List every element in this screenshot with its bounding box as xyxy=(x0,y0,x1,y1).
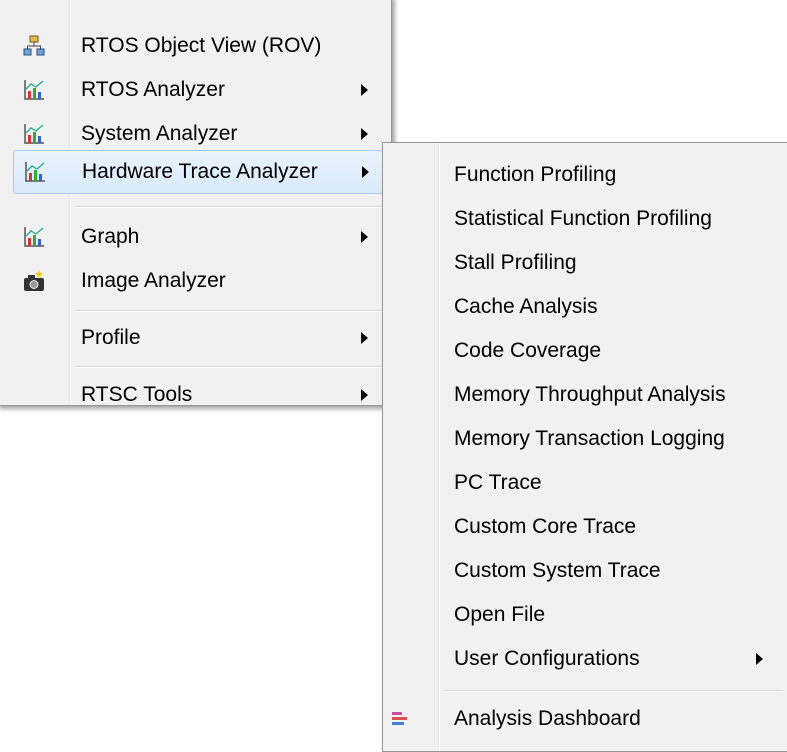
menu-item-rtos-object-view[interactable]: RTOS Object View (ROV) xyxy=(0,24,391,68)
menu-item-hardware-trace-analyzer[interactable]: Hardware Trace Analyzer xyxy=(13,150,383,194)
menu-item-label: Function Profiling xyxy=(454,163,617,186)
menu-item-label: Stall Profiling xyxy=(454,251,577,274)
submenu-item-pc-trace[interactable]: PC Trace xyxy=(383,461,787,505)
menu-item-label: System Analyzer xyxy=(81,122,238,145)
submenu-item-open-file[interactable]: Open File xyxy=(383,593,787,637)
menu-separator xyxy=(75,366,385,368)
submenu-item-analysis-dashboard[interactable]: Analysis Dashboard xyxy=(383,697,787,741)
menu-item-label: Custom Core Trace xyxy=(454,515,637,538)
submenu-item-code-coverage[interactable]: Code Coverage xyxy=(383,329,787,373)
submenu-arrow-icon xyxy=(756,653,763,665)
menu-item-graph[interactable]: Graph xyxy=(0,215,391,259)
chart-icon xyxy=(23,123,45,145)
menu-item-label: Cache Analysis xyxy=(454,295,598,318)
menu-separator xyxy=(75,206,385,208)
submenu-item-memory-transaction-logging[interactable]: Memory Transaction Logging xyxy=(383,417,787,461)
submenu-arrow-icon xyxy=(361,84,368,96)
menu-item-label: Memory Transaction Logging xyxy=(454,427,725,450)
submenu-item-statistical-function-profiling[interactable]: Statistical Function Profiling xyxy=(383,197,787,241)
menu-item-label: Statistical Function Profiling xyxy=(454,207,712,230)
object-view-icon xyxy=(23,35,45,57)
tools-context-menu: RTOS Object View (ROV) RTOS Analyzer Sys… xyxy=(0,0,392,406)
menu-item-label: RTOS Object View (ROV) xyxy=(81,34,322,57)
chart-icon xyxy=(23,79,45,101)
menu-item-label: PC Trace xyxy=(454,471,542,494)
submenu-arrow-icon xyxy=(361,389,368,401)
menu-separator xyxy=(75,310,385,312)
menu-item-label: RTOS Analyzer xyxy=(81,78,225,101)
menu-item-label: Code Coverage xyxy=(454,339,602,362)
menu-item-label: RTSC Tools xyxy=(81,383,193,406)
submenu-item-memory-throughput-analysis[interactable]: Memory Throughput Analysis xyxy=(383,373,787,417)
menu-item-label: Analysis Dashboard xyxy=(454,707,641,730)
submenu-arrow-icon xyxy=(361,231,368,243)
menu-item-label: Custom System Trace xyxy=(454,559,661,582)
menu-item-label: Graph xyxy=(81,225,140,248)
chart-icon xyxy=(24,161,46,183)
submenu-arrow-icon xyxy=(361,128,368,140)
menu-item-label: Profile xyxy=(81,326,141,349)
menu-item-label: Hardware Trace Analyzer xyxy=(82,160,318,183)
menu-item-label: Memory Throughput Analysis xyxy=(454,383,726,406)
chart-icon xyxy=(23,226,45,248)
hardware-trace-analyzer-submenu: Function Profiling Statistical Function … xyxy=(382,142,787,752)
menu-item-label: User Configurations xyxy=(454,647,640,670)
menu-item-rtos-analyzer[interactable]: RTOS Analyzer xyxy=(0,68,391,112)
camera-icon xyxy=(23,270,45,292)
submenu-item-cache-analysis[interactable]: Cache Analysis xyxy=(383,285,787,329)
menu-separator xyxy=(444,690,783,692)
menu-item-rtsc-tools[interactable]: RTSC Tools xyxy=(0,373,391,417)
submenu-arrow-icon xyxy=(361,332,368,344)
menu-item-label: Open File xyxy=(454,603,546,626)
submenu-item-user-configurations[interactable]: User Configurations xyxy=(383,637,787,681)
menu-item-profile[interactable]: Profile xyxy=(0,316,391,360)
submenu-item-stall-profiling[interactable]: Stall Profiling xyxy=(383,241,787,285)
menu-item-label: Image Analyzer xyxy=(81,269,226,292)
submenu-item-custom-system-trace[interactable]: Custom System Trace xyxy=(383,549,787,593)
dashboard-icon xyxy=(389,708,411,730)
submenu-arrow-icon xyxy=(362,166,369,178)
submenu-item-custom-core-trace[interactable]: Custom Core Trace xyxy=(383,505,787,549)
submenu-item-function-profiling[interactable]: Function Profiling xyxy=(383,153,787,197)
menu-item-image-analyzer[interactable]: Image Analyzer xyxy=(0,259,391,303)
